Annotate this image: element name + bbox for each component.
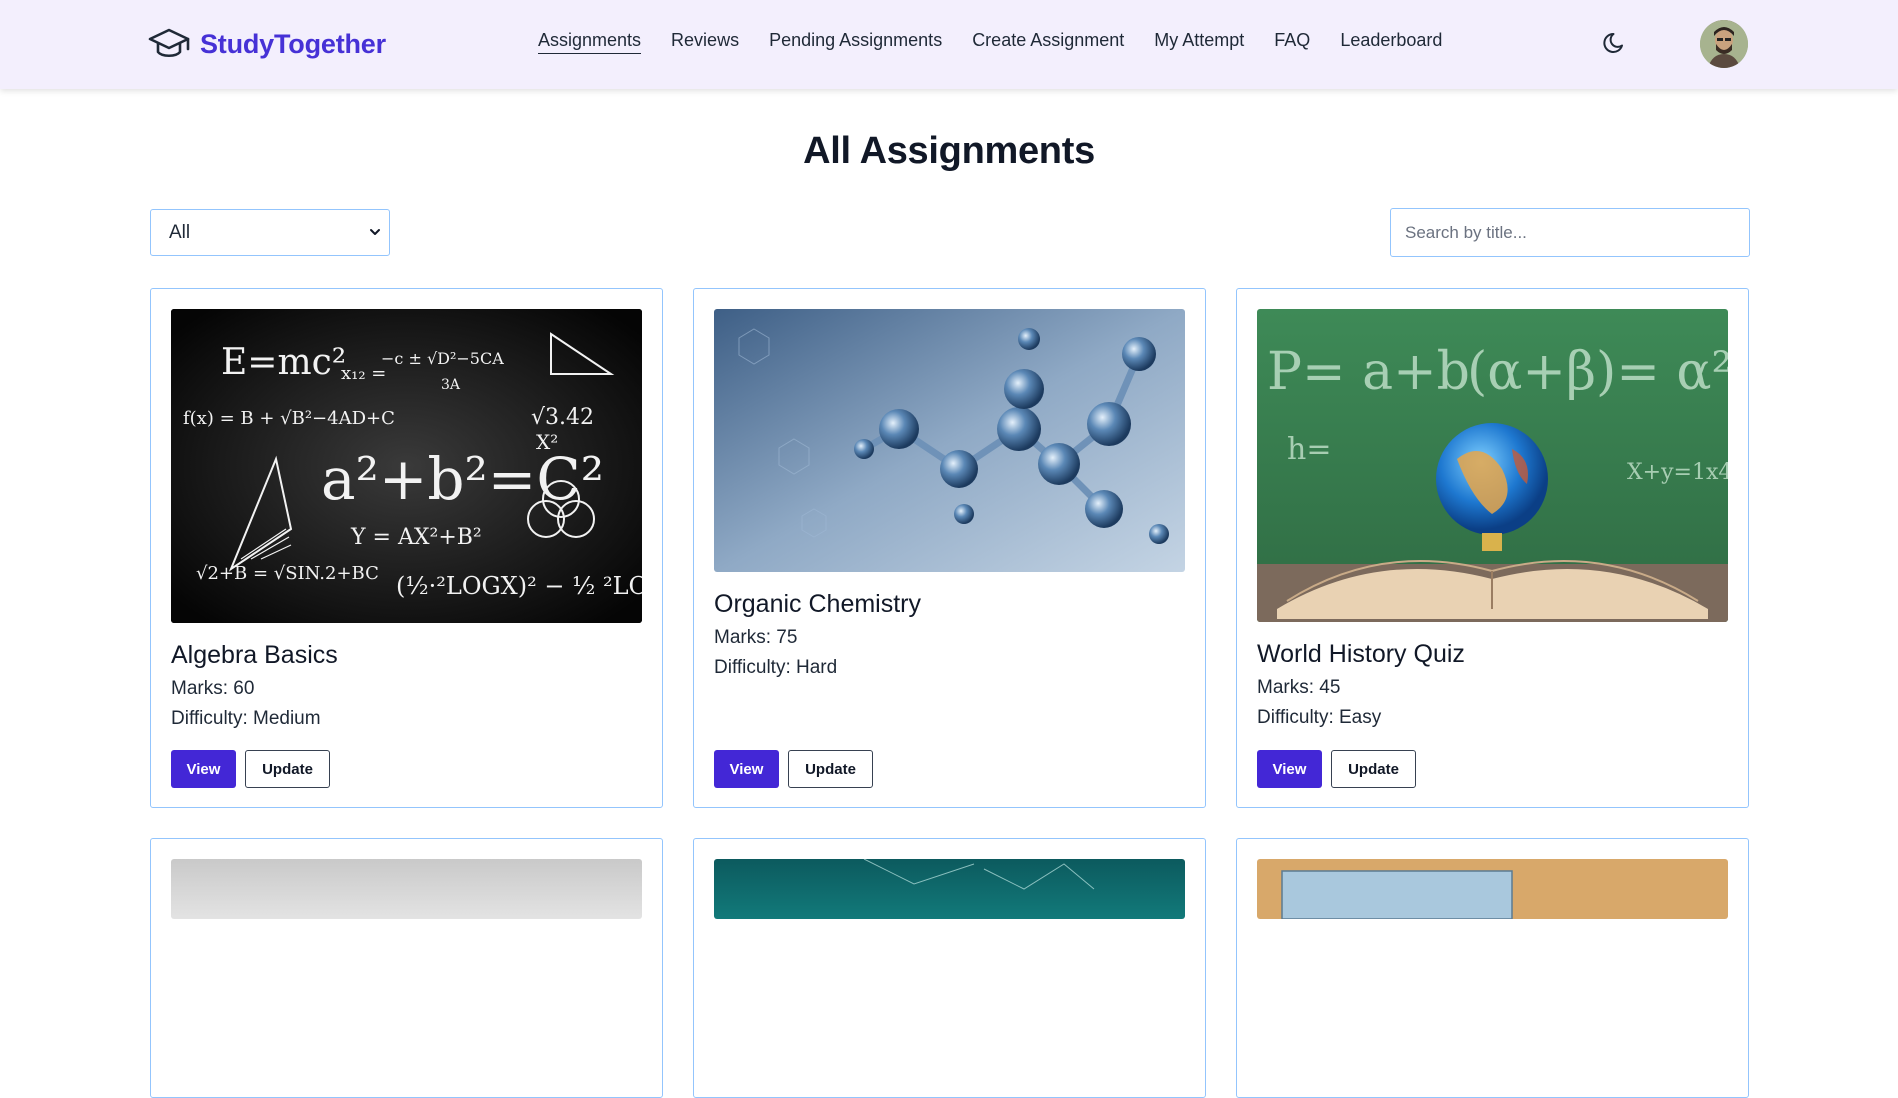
- svg-text:−c ± √D²−5CA: −c ± √D²−5CA: [381, 349, 504, 368]
- nav-leaderboard[interactable]: Leaderboard: [1340, 30, 1442, 54]
- svg-text:X+y=1x4: X+y=1x4: [1627, 460, 1728, 485]
- svg-text:Y = AX²+B²: Y = AX²+B²: [350, 525, 482, 550]
- svg-text:h=: h=: [1287, 432, 1331, 467]
- molecule-model-image: [714, 309, 1185, 572]
- assignment-image: [1257, 859, 1728, 919]
- svg-text:3A: 3A: [441, 377, 461, 393]
- card-difficulty: Difficulty: Medium: [171, 708, 321, 729]
- svg-text:x₁₂ =: x₁₂ =: [341, 363, 386, 384]
- brand-name: StudyTogether: [200, 28, 386, 59]
- moon-icon[interactable]: [1602, 28, 1630, 56]
- card-marks: Marks: 60: [171, 678, 255, 699]
- svg-text:√2+B = √SIN.2+BC: √2+B = √SIN.2+BC: [196, 563, 379, 584]
- chevron-down-icon: [370, 229, 380, 235]
- avatar[interactable]: [1700, 20, 1748, 68]
- brand-logo[interactable]: StudyTogether: [148, 24, 386, 64]
- svg-text:P= a+b: P= a+b: [1267, 342, 1470, 402]
- card-difficulty: Difficulty: Hard: [714, 657, 838, 678]
- nav-pending-assignments[interactable]: Pending Assignments: [769, 30, 942, 54]
- filter-selected-value: All: [169, 221, 191, 243]
- globe-on-book-image: P= a+b (α+β)= α² h= X+y=1x4: [1257, 309, 1728, 622]
- card-title: Algebra Basics: [171, 641, 338, 669]
- difficulty-filter-select[interactable]: All: [150, 209, 390, 256]
- assignment-card: [150, 838, 663, 1098]
- view-button[interactable]: View: [1257, 750, 1322, 788]
- assignment-image: [171, 859, 642, 919]
- svg-text:√3.42: √3.42: [531, 405, 594, 430]
- assignment-card: Organic Chemistry Marks: 75 Difficulty: …: [693, 288, 1206, 808]
- assignment-card: P= a+b (α+β)= α² h= X+y=1x4 World Histor…: [1236, 288, 1749, 808]
- nav-faq[interactable]: FAQ: [1274, 30, 1310, 54]
- view-button[interactable]: View: [714, 750, 779, 788]
- card-title: World History Quiz: [1257, 640, 1465, 668]
- svg-text:f(x) = B + √B²−4AD+C: f(x) = B + √B²−4AD+C: [183, 408, 395, 429]
- search-input[interactable]: [1390, 208, 1750, 257]
- update-button[interactable]: Update: [1331, 750, 1416, 788]
- page-title: All Assignments: [803, 130, 1095, 172]
- assignment-card: [693, 838, 1206, 1098]
- nav-reviews[interactable]: Reviews: [671, 30, 739, 54]
- card-marks: Marks: 75: [714, 627, 798, 648]
- svg-text:a²+b²=C²: a²+b²=C²: [321, 445, 604, 513]
- svg-text:(½·²LOGX)² − ½ ²LOGX ¾: (½·²LOGX)² − ½ ²LOGX ¾: [396, 572, 642, 600]
- graduation-cap-icon: [148, 28, 190, 58]
- assignment-card: E=mc² x₁₂ = −c ± √D²−5CA 3A f(x) = B + √…: [150, 288, 663, 808]
- main-nav: Assignments Reviews Pending Assignments …: [538, 30, 1442, 54]
- update-button[interactable]: Update: [788, 750, 873, 788]
- navbar: StudyTogether Assignments Reviews Pendin…: [0, 0, 1898, 89]
- nav-my-attempt[interactable]: My Attempt: [1154, 30, 1244, 54]
- assignment-card: [1236, 838, 1749, 1098]
- math-chalkboard-image: E=mc² x₁₂ = −c ± √D²−5CA 3A f(x) = B + √…: [171, 309, 642, 623]
- svg-text:E=mc²: E=mc²: [221, 342, 346, 383]
- user-avatar-image: [1700, 20, 1748, 68]
- nav-assignments[interactable]: Assignments: [538, 30, 642, 54]
- view-button[interactable]: View: [171, 750, 236, 788]
- update-button[interactable]: Update: [245, 750, 330, 788]
- assignment-image: [714, 859, 1185, 919]
- card-difficulty: Difficulty: Easy: [1257, 707, 1382, 728]
- svg-text:(α+β)= α²: (α+β)= α²: [1467, 342, 1728, 402]
- card-marks: Marks: 45: [1257, 677, 1341, 698]
- card-title: Organic Chemistry: [714, 590, 921, 618]
- nav-create-assignment[interactable]: Create Assignment: [972, 30, 1124, 54]
